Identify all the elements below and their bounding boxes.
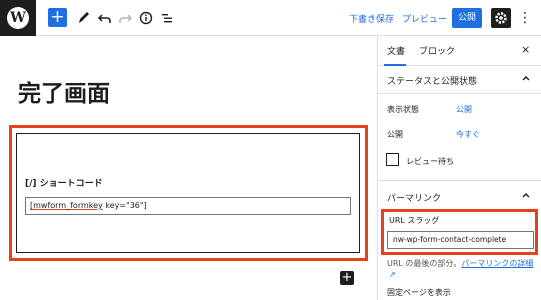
permalink-panel-toggle[interactable]: パーマリンク — [387, 191, 441, 204]
panel-divider — [377, 180, 541, 181]
wordpress-logo-icon[interactable]: W — [0, 0, 36, 36]
append-block-button[interactable]: + — [340, 271, 354, 285]
tab-document[interactable]: 文書 — [387, 44, 405, 57]
view-page-label: 固定ページを表示 — [387, 288, 451, 297]
save-draft-button[interactable]: 下書き保存 — [349, 12, 394, 25]
chevron-up-icon[interactable] — [521, 190, 531, 203]
publish-button[interactable]: 公開 — [452, 8, 482, 28]
pending-review-label: レビュー待ち — [406, 157, 454, 166]
pending-review-checkbox[interactable] — [386, 153, 399, 166]
shortcode-value-attr: key="36"] — [102, 201, 147, 210]
more-options-icon[interactable]: ⋮ — [518, 8, 532, 28]
chevron-up-icon[interactable] — [521, 73, 531, 86]
url-slug-label: URL スラッグ — [389, 216, 440, 225]
preview-button[interactable]: プレビュー — [402, 12, 447, 25]
page-title[interactable]: 完了画面 — [18, 74, 110, 108]
add-block-button[interactable]: + — [48, 8, 67, 27]
shortcode-value-tag: [mwform_formkey — [30, 201, 103, 210]
wordpress-logo-mark: W — [7, 7, 29, 29]
external-link-icon[interactable]: ↗ — [389, 270, 396, 279]
publish-date-label: 公開 — [387, 130, 403, 139]
permalink-details-link[interactable]: パーマリンクの詳細 — [461, 259, 533, 268]
pencil-icon[interactable] — [76, 9, 92, 27]
list-view-icon[interactable] — [159, 9, 175, 27]
close-icon[interactable]: × — [521, 43, 530, 56]
visibility-value-link[interactable]: 公開 — [456, 104, 472, 115]
shortcode-input[interactable]: [mwform_formkey key="36"] — [25, 197, 351, 215]
info-icon[interactable] — [138, 9, 154, 27]
shortcode-block-label: [/] ショートコード — [25, 179, 103, 189]
settings-gear-icon[interactable] — [491, 8, 511, 28]
redo-icon[interactable] — [117, 9, 133, 27]
visibility-label: 表示状態 — [387, 105, 419, 114]
url-slug-help: URL の最後の部分。パーマリンクの詳細 — [387, 258, 533, 269]
tab-block[interactable]: ブロック — [419, 44, 455, 57]
publish-date-value-link[interactable]: 今すぐ — [456, 129, 480, 140]
active-tab-indicator — [384, 64, 406, 66]
url-slug-input[interactable]: nw-wp-form-contact-complete — [387, 231, 534, 249]
shortcode-block[interactable] — [16, 133, 360, 253]
status-panel-toggle[interactable]: ステータスと公開状態 — [387, 74, 477, 87]
help-text: URL の最後の部分。 — [387, 259, 462, 268]
panel-divider — [377, 93, 541, 94]
undo-icon[interactable] — [97, 9, 113, 27]
